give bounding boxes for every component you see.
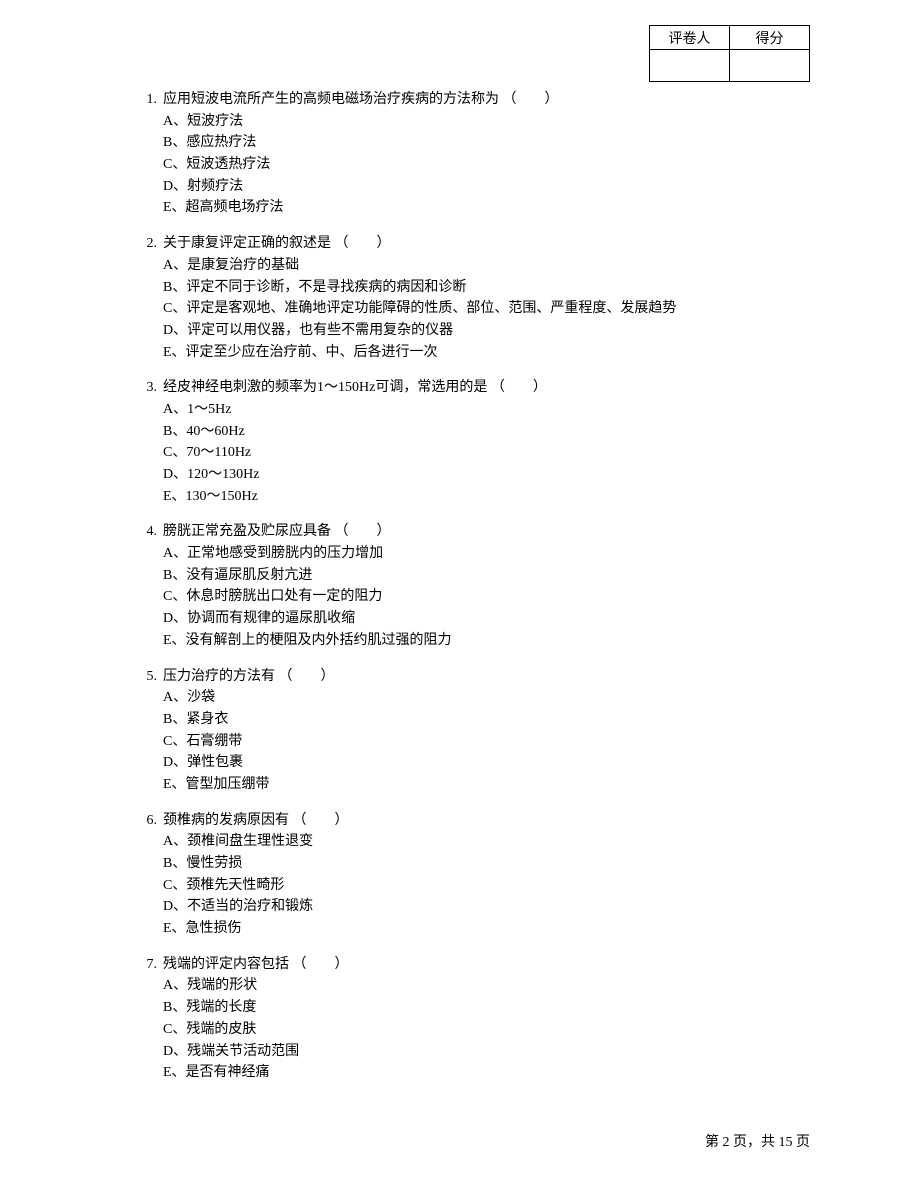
option: A、沙袋	[163, 687, 810, 709]
options-list: A、残端的形状B、残端的长度C、残端的皮肤D、残端关节活动范围E、是否有神经痛	[135, 975, 810, 1083]
grader-value	[650, 50, 730, 82]
option: D、评定可以用仪器，也有些不需用复杂的仪器	[163, 320, 810, 342]
option: C、70～110Hz	[163, 442, 810, 464]
option: B、40～60Hz	[163, 421, 810, 443]
question-text: 经皮神经电刺激的频率为1～150Hz可调，常选用的是 （ ）	[163, 377, 810, 399]
question-number: 1.	[135, 89, 163, 111]
question-number: 3.	[135, 377, 163, 399]
score-value	[730, 50, 810, 82]
question: 6.颈椎病的发病原因有 （ ）A、颈椎间盘生理性退变B、慢性劳损C、颈椎先天性畸…	[135, 810, 810, 940]
questions-list: 1.应用短波电流所产生的高频电磁场治疗疾病的方法称为 （ ）A、短波疗法B、感应…	[135, 89, 810, 1084]
option: E、超高频电场疗法	[163, 197, 810, 219]
question-text: 关于康复评定正确的叙述是 （ ）	[163, 233, 810, 255]
question: 1.应用短波电流所产生的高频电磁场治疗疾病的方法称为 （ ）A、短波疗法B、感应…	[135, 89, 810, 219]
option: A、正常地感受到膀胱内的压力增加	[163, 543, 810, 565]
question-text: 膀胱正常充盈及贮尿应具备 （ ）	[163, 521, 810, 543]
options-list: A、正常地感受到膀胱内的压力增加B、没有逼尿肌反射亢进C、休息时膀胱出口处有一定…	[135, 543, 810, 651]
options-list: A、沙袋B、紧身衣C、石膏绷带D、弹性包裹E、管型加压绷带	[135, 687, 810, 795]
question-text: 颈椎病的发病原因有 （ ）	[163, 810, 810, 832]
question: 2.关于康复评定正确的叙述是 （ ）A、是康复治疗的基础B、评定不同于诊断，不是…	[135, 233, 810, 363]
question-text: 残端的评定内容包括 （ ）	[163, 954, 810, 976]
option: A、短波疗法	[163, 111, 810, 133]
question-stem: 6.颈椎病的发病原因有 （ ）	[135, 810, 810, 832]
option: A、1～5Hz	[163, 399, 810, 421]
option: C、评定是客观地、准确地评定功能障碍的性质、部位、范围、严重程度、发展趋势	[163, 298, 810, 320]
option: D、残端关节活动范围	[163, 1041, 810, 1063]
question: 5.压力治疗的方法有 （ ）A、沙袋B、紧身衣C、石膏绷带D、弹性包裹E、管型加…	[135, 666, 810, 796]
option: C、短波透热疗法	[163, 154, 810, 176]
option: C、石膏绷带	[163, 731, 810, 753]
option: E、急性损伤	[163, 918, 810, 940]
option: B、评定不同于诊断，不是寻找疾病的病因和诊断	[163, 277, 810, 299]
option: B、紧身衣	[163, 709, 810, 731]
question: 7.残端的评定内容包括 （ ）A、残端的形状B、残端的长度C、残端的皮肤D、残端…	[135, 954, 810, 1084]
question-stem: 7.残端的评定内容包括 （ ）	[135, 954, 810, 976]
option: C、颈椎先天性畸形	[163, 875, 810, 897]
options-list: A、颈椎间盘生理性退变B、慢性劳损C、颈椎先天性畸形D、不适当的治疗和锻炼E、急…	[135, 831, 810, 939]
question-stem: 4.膀胱正常充盈及贮尿应具备 （ ）	[135, 521, 810, 543]
option: C、残端的皮肤	[163, 1019, 810, 1041]
page-footer: 第 2 页，共 15 页	[705, 1131, 810, 1151]
question-text: 应用短波电流所产生的高频电磁场治疗疾病的方法称为 （ ）	[163, 89, 810, 111]
score-header: 得分	[730, 26, 810, 50]
question-number: 6.	[135, 810, 163, 832]
options-list: A、1～5HzB、40～60HzC、70～110HzD、120～130HzE、1…	[135, 399, 810, 507]
option: D、协调而有规律的逼尿肌收缩	[163, 608, 810, 630]
option: A、颈椎间盘生理性退变	[163, 831, 810, 853]
option: E、没有解剖上的梗阻及内外括约肌过强的阻力	[163, 630, 810, 652]
question-stem: 2.关于康复评定正确的叙述是 （ ）	[135, 233, 810, 255]
options-list: A、是康复治疗的基础B、评定不同于诊断，不是寻找疾病的病因和诊断C、评定是客观地…	[135, 255, 810, 363]
question-stem: 3.经皮神经电刺激的频率为1～150Hz可调，常选用的是 （ ）	[135, 377, 810, 399]
option: D、弹性包裹	[163, 752, 810, 774]
question-stem: 1.应用短波电流所产生的高频电磁场治疗疾病的方法称为 （ ）	[135, 89, 810, 111]
question-text: 压力治疗的方法有 （ ）	[163, 666, 810, 688]
option: C、休息时膀胱出口处有一定的阻力	[163, 586, 810, 608]
option: D、120～130Hz	[163, 464, 810, 486]
option: D、射频疗法	[163, 176, 810, 198]
option: B、没有逼尿肌反射亢进	[163, 565, 810, 587]
option: A、残端的形状	[163, 975, 810, 997]
option: B、慢性劳损	[163, 853, 810, 875]
question: 3.经皮神经电刺激的频率为1～150Hz可调，常选用的是 （ ）A、1～5HzB…	[135, 377, 810, 507]
score-box: 评卷人 得分	[649, 25, 810, 82]
question: 4.膀胱正常充盈及贮尿应具备 （ ）A、正常地感受到膀胱内的压力增加B、没有逼尿…	[135, 521, 810, 651]
option: E、130～150Hz	[163, 486, 810, 508]
option: B、残端的长度	[163, 997, 810, 1019]
question-stem: 5.压力治疗的方法有 （ ）	[135, 666, 810, 688]
option: E、评定至少应在治疗前、中、后各进行一次	[163, 342, 810, 364]
question-number: 5.	[135, 666, 163, 688]
question-number: 7.	[135, 954, 163, 976]
question-number: 4.	[135, 521, 163, 543]
option: D、不适当的治疗和锻炼	[163, 896, 810, 918]
options-list: A、短波疗法B、感应热疗法C、短波透热疗法D、射频疗法E、超高频电场疗法	[135, 111, 810, 219]
option: B、感应热疗法	[163, 132, 810, 154]
option: E、是否有神经痛	[163, 1062, 810, 1084]
question-number: 2.	[135, 233, 163, 255]
option: E、管型加压绷带	[163, 774, 810, 796]
grader-header: 评卷人	[650, 26, 730, 50]
option: A、是康复治疗的基础	[163, 255, 810, 277]
